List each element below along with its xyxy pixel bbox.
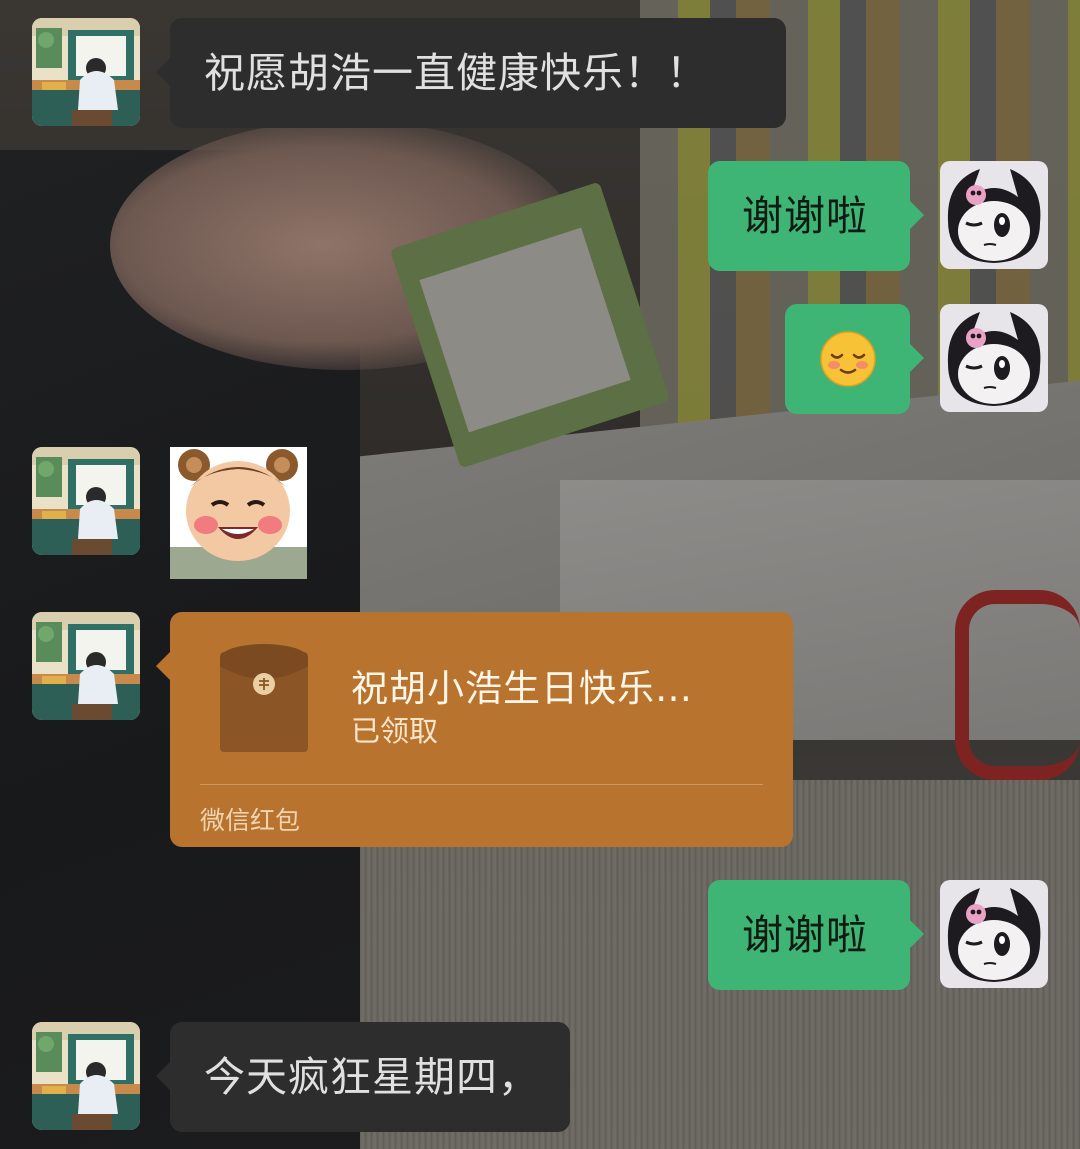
contact-avatar[interactable] — [32, 612, 140, 720]
message-text: 祝愿胡浩一直健康快乐！！ — [204, 48, 708, 97]
red-packet-label: 微信红包 — [200, 806, 301, 835]
contact-avatar[interactable] — [32, 1022, 140, 1130]
message-text: 谢谢啦 — [742, 910, 868, 959]
message-bubble[interactable]: 谢谢啦 — [708, 161, 924, 271]
chat-wallpaper — [0, 0, 1080, 1149]
bear-ears-baby-sticker[interactable] — [170, 447, 307, 579]
self-avatar[interactable] — [940, 880, 1048, 988]
contact-avatar[interactable] — [32, 18, 140, 126]
message-bubble[interactable]: 祝愿胡浩一直健康快乐！！ — [156, 18, 786, 128]
self-avatar[interactable] — [940, 304, 1048, 412]
red-packet-card[interactable]: 祝胡小浩生日快乐… 已领取 微信红包 — [156, 612, 793, 847]
self-avatar[interactable] — [940, 161, 1048, 269]
contact-avatar[interactable] — [32, 447, 140, 555]
red-packet-title: 祝胡小浩生日快乐… — [351, 667, 693, 710]
message-bubble[interactable] — [785, 304, 924, 414]
red-envelope-icon — [220, 644, 308, 752]
relieved-face-emoji-icon — [819, 331, 876, 387]
message-text: 今天疯狂星期四， — [204, 1052, 540, 1101]
message-text: 谢谢啦 — [742, 191, 868, 240]
divider — [200, 784, 763, 785]
red-packet-status: 已领取 — [351, 714, 439, 748]
message-bubble[interactable]: 谢谢啦 — [708, 880, 924, 990]
message-bubble[interactable]: 今天疯狂星期四， — [156, 1022, 570, 1132]
